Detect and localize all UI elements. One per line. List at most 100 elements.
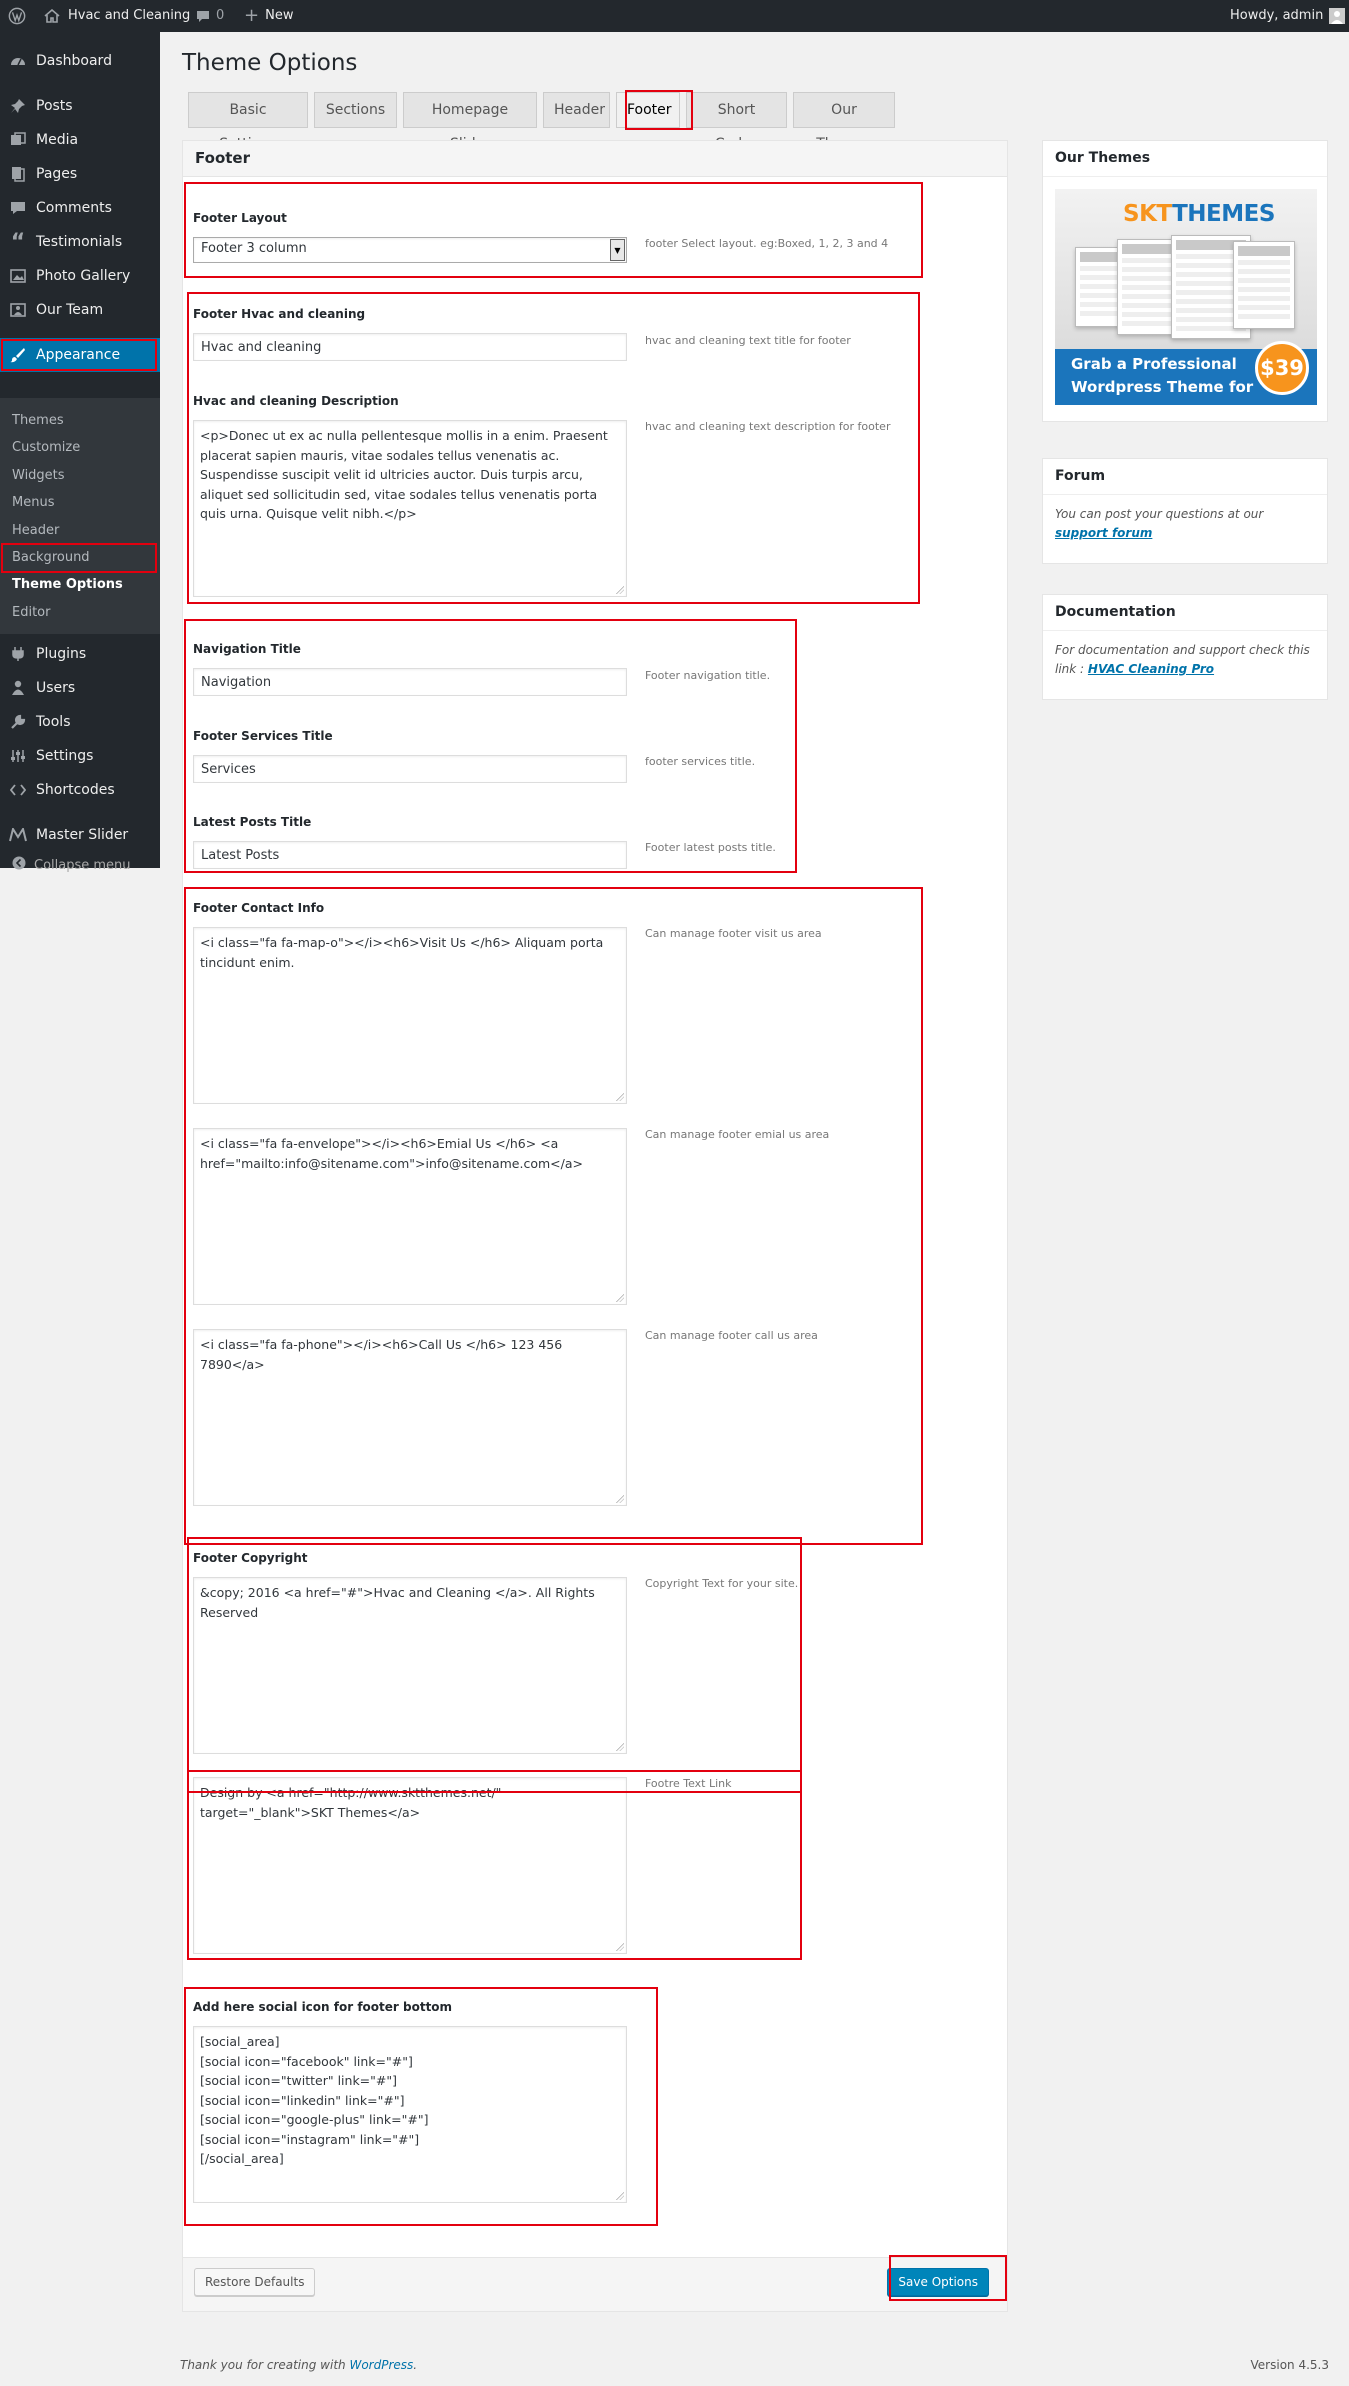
- copyright-textarea[interactable]: &copy; 2016 <a href="#">Hvac and Cleanin…: [193, 1577, 627, 1754]
- dashboard-icon: [0, 53, 36, 69]
- tab-our-themes[interactable]: Our Themes: [793, 92, 895, 152]
- contact-call-textarea[interactable]: <i class="fa fa-phone"></i><h6>Call Us <…: [193, 1329, 627, 1506]
- submenu-item-background[interactable]: Background: [12, 544, 90, 571]
- resize-grip-icon[interactable]: [616, 1294, 624, 1302]
- menu-item-plugins[interactable]: Plugins: [0, 637, 160, 671]
- new-content-link[interactable]: + New: [244, 0, 293, 32]
- tab-sections[interactable]: Sections: [314, 92, 397, 128]
- documentation-body: For documentation and support check this…: [1043, 631, 1327, 689]
- slider-icon: [0, 828, 36, 842]
- contact-visit-textarea[interactable]: <i class="fa fa-map-o"></i><h6>Visit Us …: [193, 927, 627, 1104]
- menu-item-tools[interactable]: Tools: [0, 705, 160, 739]
- submenu-item-header[interactable]: Header: [12, 517, 59, 544]
- comments-link[interactable]: 0: [196, 0, 224, 32]
- nav-title-desc: Footer navigation title.: [645, 669, 771, 682]
- site-name: Hvac and Cleaning: [68, 8, 191, 23]
- tab-header[interactable]: Header: [543, 92, 610, 128]
- submenu-item-menus[interactable]: Menus: [12, 489, 54, 516]
- quote-icon: “: [10, 229, 26, 255]
- services-title-input[interactable]: [193, 755, 627, 783]
- submenu-item-themes[interactable]: Themes: [12, 407, 64, 434]
- contact-call-desc: Can manage footer call us area: [645, 1329, 818, 1342]
- submenu-item-editor[interactable]: Editor: [12, 599, 50, 626]
- hvac-title-input[interactable]: [193, 333, 627, 361]
- menu-item-users[interactable]: Users: [0, 671, 160, 705]
- resize-grip-icon[interactable]: [616, 2192, 624, 2200]
- wordpress-logo-icon[interactable]: [8, 0, 26, 32]
- theme-thumbnail: [1233, 241, 1295, 329]
- resize-grip-icon[interactable]: [616, 1093, 624, 1101]
- promo-image: SKTTHEMES: [1055, 189, 1317, 349]
- our-themes-widget: Our Themes SKTTHEMES Grab a Professional…: [1042, 140, 1328, 422]
- howdy-text: Howdy, admin: [1230, 8, 1324, 23]
- resize-grip-icon[interactable]: [616, 1943, 624, 1951]
- appearance-submenu: Themes Customize Widgets Menus Header Ba…: [0, 398, 160, 634]
- menu-item-shortcodes[interactable]: Shortcodes: [0, 773, 160, 807]
- menu-item-pages[interactable]: Pages: [0, 157, 160, 191]
- price-badge: $39: [1255, 341, 1309, 395]
- main-content: Theme Options Basic Settings Sections Ho…: [160, 32, 1349, 2386]
- skt-themes-banner[interactable]: SKTTHEMES Grab a Professional Wordpress …: [1055, 189, 1317, 405]
- footer-version: Version 4.5.3: [1250, 2358, 1329, 2372]
- hvac-cleaning-pro-link[interactable]: HVAC Cleaning Pro: [1088, 662, 1214, 676]
- submenu-item-customize[interactable]: Customize: [12, 434, 80, 461]
- save-options-button[interactable]: Save Options: [887, 2268, 989, 2296]
- collapse-label: Collapse menu: [34, 857, 131, 873]
- panel-title: Footer: [183, 141, 1007, 177]
- resize-grip-icon[interactable]: [616, 586, 624, 594]
- menu-item-our-team[interactable]: Our Team: [0, 293, 160, 327]
- menu-item-appearance[interactable]: Appearance: [0, 338, 160, 372]
- tab-footer[interactable]: Footer: [616, 92, 680, 128]
- contact-email-textarea[interactable]: <i class="fa fa-envelope"></i><h6>Emial …: [193, 1128, 627, 1305]
- posts-title-desc: Footer latest posts title.: [645, 841, 776, 854]
- tab-basic-settings[interactable]: Basic Settings: [188, 92, 308, 152]
- menu-item-master-slider[interactable]: Master Slider: [0, 818, 160, 852]
- copyright-desc: Copyright Text for your site.: [645, 1577, 799, 1590]
- resize-grip-icon[interactable]: [616, 1743, 624, 1751]
- resize-grip-icon[interactable]: [616, 1495, 624, 1503]
- footer-layout-value: Footer 3 column: [201, 241, 307, 256]
- menu-item-dashboard[interactable]: Dashboard: [0, 44, 160, 78]
- chevron-down-icon: ▼: [610, 239, 625, 261]
- forum-title: Forum: [1043, 459, 1327, 495]
- design-link-textarea[interactable]: Design by <a href="http://www.sktthemes.…: [193, 1777, 627, 1954]
- tab-homepage-slider[interactable]: Homepage Slider: [403, 92, 537, 152]
- plugin-icon: [0, 646, 36, 662]
- footer-layout-select[interactable]: Footer 3 column ▼: [193, 237, 627, 263]
- hvac-title-label: Footer Hvac and cleaning: [193, 307, 366, 321]
- pin-icon: [0, 98, 36, 114]
- my-account-link[interactable]: Howdy, admin: [1230, 0, 1346, 32]
- menu-item-photo-gallery[interactable]: Photo Gallery: [0, 259, 160, 293]
- documentation-widget: Documentation For documentation and supp…: [1042, 594, 1328, 700]
- submenu-item-theme-options[interactable]: Theme Options: [12, 571, 123, 598]
- wordpress-link[interactable]: WordPress: [349, 2358, 413, 2372]
- collapse-menu-button[interactable]: Collapse menu: [12, 856, 131, 874]
- support-forum-link[interactable]: support forum: [1055, 526, 1152, 540]
- hvac-title-desc: hvac and cleaning text title for footer: [645, 334, 851, 347]
- user-icon: [0, 680, 36, 696]
- page-title: Theme Options: [182, 50, 358, 76]
- menu-item-posts[interactable]: Posts: [0, 89, 160, 123]
- menu-item-settings[interactable]: Settings: [0, 739, 160, 773]
- copyright-value: &copy; 2016 <a href="#">Hvac and Cleanin…: [200, 1585, 599, 1620]
- tab-short-codes[interactable]: Short Codes: [686, 92, 787, 152]
- hvac-desc-label: Hvac and cleaning Description: [193, 394, 399, 408]
- posts-title-input[interactable]: [193, 841, 627, 869]
- wrench-icon: [0, 714, 36, 730]
- site-name-link[interactable]: Hvac and Cleaning: [44, 0, 190, 32]
- avatar: [1329, 8, 1346, 24]
- social-textarea[interactable]: [social_area] [social icon="facebook" li…: [193, 2026, 627, 2203]
- collapse-arrow-icon: [12, 856, 26, 874]
- menu-item-comments[interactable]: Comments: [0, 191, 160, 225]
- forum-text: You can post your questions at our: [1055, 507, 1264, 521]
- menu-item-media[interactable]: Media: [0, 123, 160, 157]
- promo-line1: Grab a Professional: [1071, 355, 1237, 373]
- restore-defaults-button[interactable]: Restore Defaults: [194, 2268, 316, 2296]
- submenu-item-widgets[interactable]: Widgets: [12, 462, 65, 489]
- footer-thanks-text: Thank you for creating with: [180, 2358, 350, 2372]
- nav-title-input[interactable]: [193, 668, 627, 696]
- menu-item-testimonials[interactable]: “ Testimonials: [0, 225, 160, 259]
- posts-title-label: Latest Posts Title: [193, 815, 312, 829]
- footer-thanks-end: .: [413, 2358, 418, 2372]
- hvac-desc-textarea[interactable]: <p>Donec ut ex ac nulla pellentesque mol…: [193, 420, 627, 597]
